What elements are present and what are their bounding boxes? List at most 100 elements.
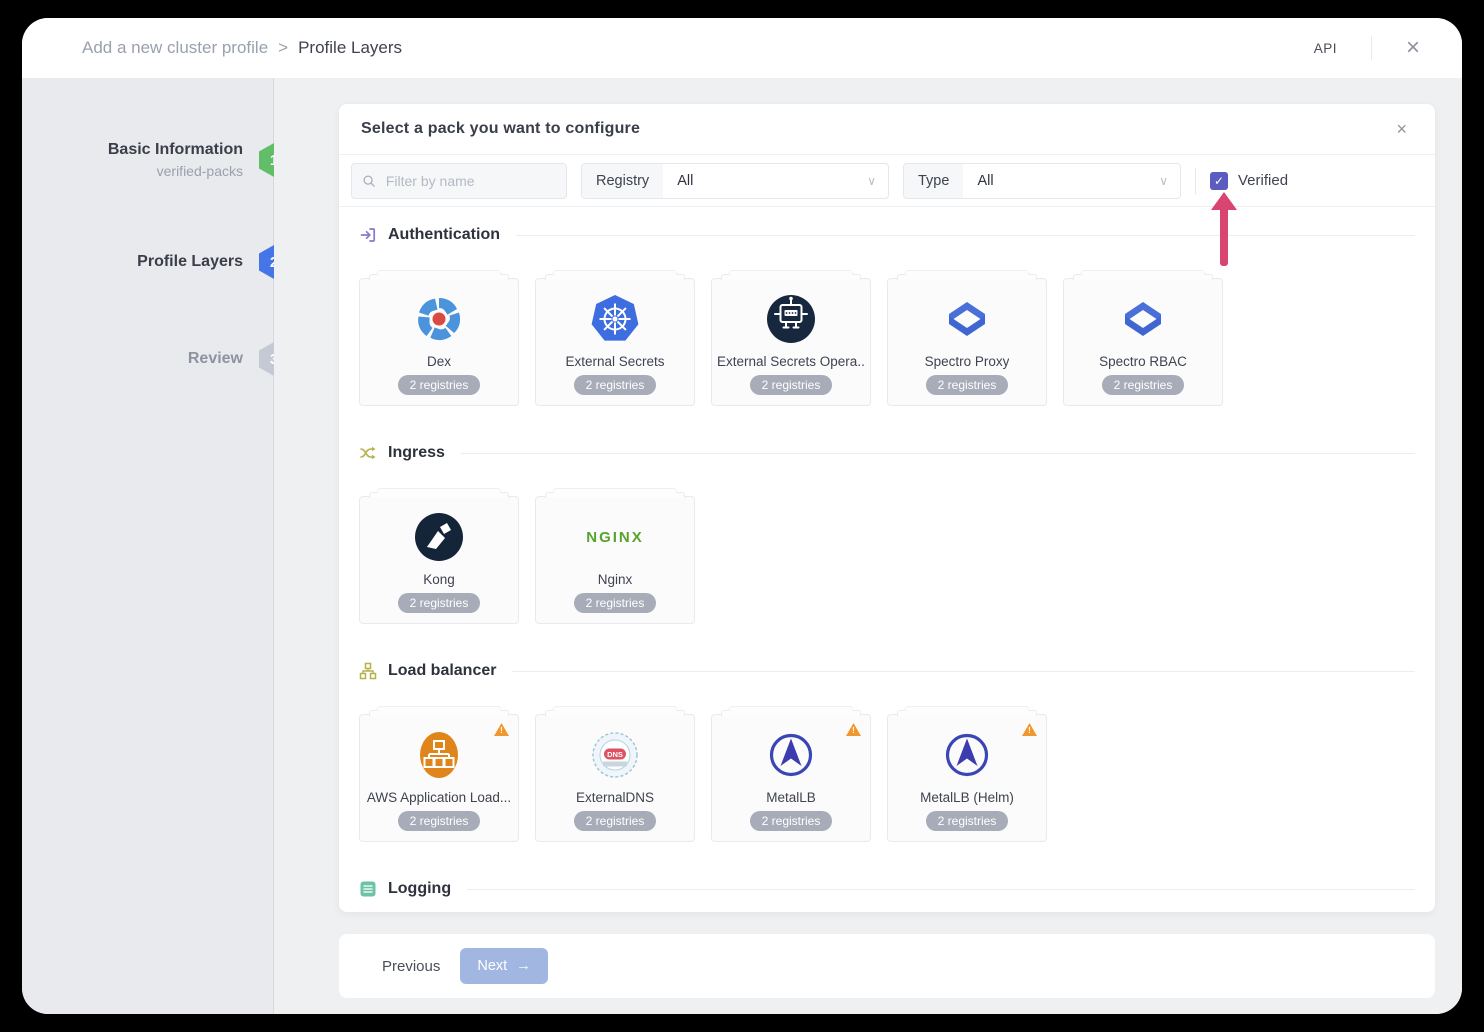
pack-name: Dex	[427, 354, 451, 369]
pack-name: Nginx	[598, 572, 633, 587]
pack-card-spectro-proxy[interactable]: Spectro Proxy 2 registries	[887, 278, 1047, 406]
registries-badge: 2 registries	[574, 375, 657, 395]
warning-icon: !	[494, 723, 509, 736]
type-value: All	[963, 173, 1007, 189]
registries-badge: 2 registries	[398, 593, 481, 613]
verified-checkbox[interactable]: ✓	[1210, 172, 1228, 190]
search-icon	[362, 173, 376, 189]
type-label: Type	[904, 164, 963, 198]
registry-select[interactable]: Registry All ∨	[581, 163, 889, 199]
registries-badge: 2 registries	[1102, 375, 1185, 395]
kubernetes-logo	[589, 293, 641, 345]
step-sublabel: verified-packs	[108, 163, 243, 179]
close-wizard-icon[interactable]: ×	[1400, 35, 1426, 61]
pack-card-nginx[interactable]: NGINX Nginx 2 registries	[535, 496, 695, 624]
list-icon	[359, 880, 377, 898]
step-label: Profile Layers	[137, 253, 243, 271]
check-icon: ✓	[1214, 174, 1224, 188]
chevron-down-icon: ∨	[867, 174, 888, 188]
pack-name: Spectro Proxy	[925, 354, 1010, 369]
pack-name: MetalLB	[766, 790, 816, 805]
section-logging: Logging	[359, 878, 1415, 900]
pack-name: External Secrets Opera...	[717, 354, 865, 369]
section-load-balancer: Load balancer !	[359, 660, 1415, 842]
breadcrumb-parent[interactable]: Add a new cluster profile	[82, 38, 268, 58]
search-box[interactable]	[351, 163, 567, 199]
step-label: Basic Information	[108, 141, 243, 159]
kong-logo	[413, 511, 465, 563]
registries-badge: 2 registries	[750, 375, 833, 395]
chevron-down-icon: ∨	[1159, 174, 1180, 188]
pack-card-metallb-helm[interactable]: ! MetalLB (Helm) 2 registries	[887, 714, 1047, 842]
breadcrumb-current: Profile Layers	[298, 38, 402, 58]
section-divider	[512, 671, 1415, 672]
api-button[interactable]: API	[1308, 40, 1343, 57]
pack-card-dex[interactable]: Dex 2 registries	[359, 278, 519, 406]
filter-divider	[1195, 168, 1196, 194]
registry-value: All	[663, 173, 707, 189]
pack-name: ExternalDNS	[576, 790, 654, 805]
warning-icon: !	[1022, 723, 1037, 736]
select-pack-panel: Select a pack you want to configure × Re…	[339, 104, 1435, 912]
step-profile-layers[interactable]: Profile Layers 2	[137, 245, 289, 279]
pack-card-metallb[interactable]: ! MetalLB 2 registries	[711, 714, 871, 842]
next-button[interactable]: Next →	[460, 948, 547, 984]
breadcrumb-separator-icon: >	[278, 38, 288, 58]
registry-label: Registry	[582, 164, 663, 198]
external-dns-logo: DNS	[589, 729, 641, 781]
section-title: Load balancer	[388, 662, 496, 680]
sign-in-icon	[359, 226, 377, 244]
registries-badge: 2 registries	[398, 811, 481, 831]
pack-card-aws-alb[interactable]: !	[359, 714, 519, 842]
wizard-stepper-sidebar: Basic Information verified-packs 1 Profi…	[22, 78, 274, 1014]
registries-badge: 2 registries	[750, 811, 833, 831]
breadcrumb: Add a new cluster profile > Profile Laye…	[82, 38, 402, 58]
section-divider	[516, 235, 1415, 236]
sitemap-icon	[359, 662, 377, 680]
metallb-logo	[765, 729, 817, 781]
section-ingress: Ingress	[359, 442, 1415, 624]
app-window: Add a new cluster profile > Profile Laye…	[22, 18, 1462, 1014]
pack-name: Kong	[423, 572, 455, 587]
topbar-divider	[1371, 36, 1372, 60]
section-divider	[461, 453, 1415, 454]
panel-title: Select a pack you want to configure	[361, 120, 640, 138]
pack-name: MetalLB (Helm)	[920, 790, 1014, 805]
section-title: Ingress	[388, 444, 445, 462]
top-bar: Add a new cluster profile > Profile Laye…	[22, 18, 1462, 78]
previous-button[interactable]: Previous	[376, 957, 446, 976]
spectro-logo	[1117, 293, 1169, 345]
step-basic-information[interactable]: Basic Information verified-packs 1	[108, 141, 289, 179]
verified-filter[interactable]: ✓ Verified	[1210, 172, 1288, 190]
pack-card-externaldns[interactable]: DNS ExternalDNS 2 registries	[535, 714, 695, 842]
arrow-right-icon: →	[516, 958, 531, 974]
verified-label: Verified	[1238, 172, 1288, 189]
wizard-footer: Previous Next →	[339, 934, 1435, 998]
warning-icon: !	[846, 723, 861, 736]
nginx-logo: NGINX	[586, 529, 644, 546]
section-title: Authentication	[388, 226, 500, 244]
section-divider	[467, 889, 1415, 890]
registries-badge: 2 registries	[926, 811, 1009, 831]
external-secrets-operator-logo	[765, 293, 817, 345]
pack-card-kong[interactable]: Kong 2 registries	[359, 496, 519, 624]
search-input[interactable]	[384, 172, 556, 190]
section-authentication: Authentication	[359, 224, 1415, 406]
dex-logo	[413, 293, 465, 345]
shuffle-icon	[359, 444, 377, 462]
svg-text:DNS: DNS	[607, 750, 623, 759]
registries-badge: 2 registries	[926, 375, 1009, 395]
pack-card-spectro-rbac[interactable]: Spectro RBAC 2 registries	[1063, 278, 1223, 406]
filter-bar: Registry All ∨ Type All ∨ ✓ Verified	[339, 155, 1435, 207]
registries-badge: 2 registries	[574, 593, 657, 613]
spectro-logo	[941, 293, 993, 345]
type-select[interactable]: Type All ∨	[903, 163, 1181, 199]
registries-badge: 2 registries	[574, 811, 657, 831]
aws-alb-logo	[413, 729, 465, 781]
next-button-label: Next	[477, 958, 507, 974]
panel-close-icon[interactable]: ×	[1390, 119, 1413, 139]
section-title: Logging	[388, 880, 451, 898]
pack-card-external-secrets-operator[interactable]: External Secrets Opera... 2 registries	[711, 278, 871, 406]
pack-card-external-secrets[interactable]: External Secrets 2 registries	[535, 278, 695, 406]
step-label: Review	[188, 350, 243, 368]
